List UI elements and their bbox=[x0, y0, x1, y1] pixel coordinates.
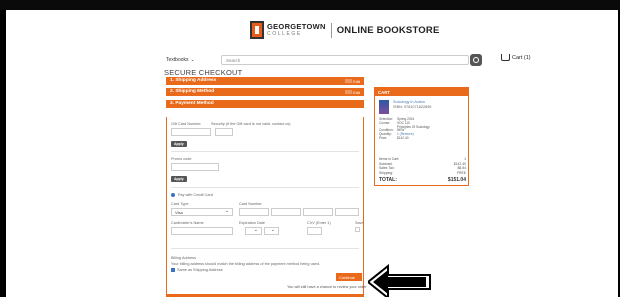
textbooks-label: Textbooks bbox=[166, 57, 189, 63]
exp-year-select[interactable] bbox=[264, 227, 279, 235]
page-title: SECURE CHECKOUT bbox=[164, 68, 243, 77]
credit-card-radio[interactable] bbox=[171, 193, 175, 197]
apply-promo-button[interactable]: Apply bbox=[171, 176, 187, 182]
card-number-part-2[interactable] bbox=[271, 208, 301, 216]
step-label: 3. Payment Method bbox=[170, 101, 214, 107]
arrow-icon bbox=[368, 264, 431, 297]
browser-bar bbox=[0, 0, 620, 10]
card-number-part-1[interactable] bbox=[239, 208, 269, 216]
textbooks-menu[interactable]: Textbooks ⌄ bbox=[166, 57, 210, 63]
cart-panel: CART Sociology in Action ISBN: 978107182… bbox=[374, 87, 469, 186]
shipping-label: Shipping: bbox=[379, 170, 394, 175]
exp-month-select[interactable] bbox=[245, 227, 262, 235]
top-nav: Textbooks ⌄ Search Cart (1) bbox=[166, 53, 531, 67]
cart-header: CART bbox=[375, 88, 468, 96]
shipping-value: FREE bbox=[456, 170, 466, 175]
chevron-down-icon: ⌄ bbox=[190, 57, 195, 63]
card-number-label: Card Number bbox=[239, 202, 262, 206]
checkout-page: GEORGETOWN COLLEGE ONLINE BOOKSTORE Text… bbox=[6, 10, 618, 297]
college-subname: COLLEGE bbox=[267, 30, 302, 37]
search-icon[interactable] bbox=[470, 54, 482, 66]
gift-card-note: Security (If the Gift card is not valid,… bbox=[211, 122, 291, 126]
book-meta: Selection: Spring 2024 Course: SOC 110 Pri… bbox=[379, 117, 465, 141]
logo-divider bbox=[330, 22, 332, 38]
gift-card-pin-input[interactable] bbox=[215, 128, 233, 136]
total-label: TOTAL: bbox=[379, 177, 397, 183]
meta-key: Price: bbox=[379, 135, 388, 140]
search-input[interactable]: Search bbox=[221, 55, 469, 65]
cart-summary: Items in Cart: 1 Subtotal: $142.40 Sales T… bbox=[379, 157, 466, 175]
promo-label: Promo code bbox=[171, 157, 192, 161]
meta-row: Price: $142.40 bbox=[379, 135, 465, 141]
college-name: GEORGETOWN bbox=[267, 22, 326, 32]
cart-link[interactable]: Cart (1) bbox=[501, 54, 531, 61]
same-as-shipping-label: Same as Shipping Address bbox=[177, 268, 223, 272]
step-label: 2. Shipping Method bbox=[170, 89, 215, 95]
book-cover-image bbox=[379, 100, 389, 114]
step-shipping-address[interactable]: 1. Shipping Address Edit bbox=[166, 77, 364, 85]
card-number-part-4[interactable] bbox=[335, 208, 359, 216]
summary-row: Shipping: FREE bbox=[379, 171, 466, 176]
gift-card-label: Gift Card Number bbox=[171, 122, 201, 126]
step-payment-method: 3. Payment Method bbox=[166, 100, 364, 108]
store-logo[interactable]: GEORGETOWN COLLEGE ONLINE BOOKSTORE bbox=[250, 19, 440, 41]
card-type-label: Card Type bbox=[171, 202, 189, 206]
billing-text: Your billing address should match the bi… bbox=[171, 262, 320, 266]
continue-button[interactable]: Continue bbox=[336, 273, 362, 281]
cart-total: TOTAL: $151.04 bbox=[379, 177, 466, 183]
review-note: You will still have a chance to review y… bbox=[287, 285, 367, 289]
expiration-label: Expiration Date bbox=[239, 221, 265, 225]
logo-text: GEORGETOWN COLLEGE bbox=[267, 23, 326, 37]
step-shipping-method[interactable]: 2. Shipping Method Edit bbox=[166, 88, 364, 96]
cardholder-input[interactable] bbox=[171, 227, 233, 235]
cart-label: Cart (1) bbox=[512, 54, 531, 61]
cardholder-label: Cardholder's Name bbox=[171, 221, 204, 225]
save-checkbox[interactable] bbox=[355, 227, 360, 232]
meta-value: $142.40 bbox=[397, 135, 409, 140]
cvv-label: CVV (Enter 1) bbox=[307, 221, 331, 225]
billing-title: Billing Address bbox=[171, 256, 196, 260]
gift-card-input[interactable] bbox=[171, 128, 211, 136]
store-name: ONLINE BOOKSTORE bbox=[336, 24, 440, 36]
divider bbox=[171, 187, 359, 188]
card-type-select[interactable]: Visa bbox=[171, 208, 233, 216]
card-number-part-3[interactable] bbox=[303, 208, 333, 216]
divider bbox=[171, 151, 359, 152]
college-logo-icon bbox=[250, 21, 264, 39]
same-as-shipping-checkbox[interactable] bbox=[171, 268, 175, 272]
edit-link[interactable]: Edit bbox=[345, 79, 360, 84]
divider bbox=[171, 248, 359, 249]
apply-gift-card-button[interactable]: Apply bbox=[171, 141, 187, 147]
pay-with-card-label: Pay with Credit Card bbox=[178, 193, 213, 197]
cvv-input[interactable] bbox=[307, 227, 322, 235]
promo-input[interactable] bbox=[171, 163, 219, 171]
cart-icon bbox=[501, 54, 510, 61]
save-label: Save bbox=[355, 221, 364, 225]
payment-section: Gift Card Number Security (If the Gift c… bbox=[166, 117, 364, 295]
edit-link[interactable]: Edit bbox=[345, 90, 360, 95]
book-isbn: ISBN: 9781071822899 bbox=[393, 104, 432, 109]
book-info: Sociology in Action ISBN: 9781071822899 bbox=[393, 100, 465, 109]
total-value: $151.04 bbox=[447, 177, 466, 183]
step-label: 1. Shipping Address bbox=[170, 78, 217, 84]
